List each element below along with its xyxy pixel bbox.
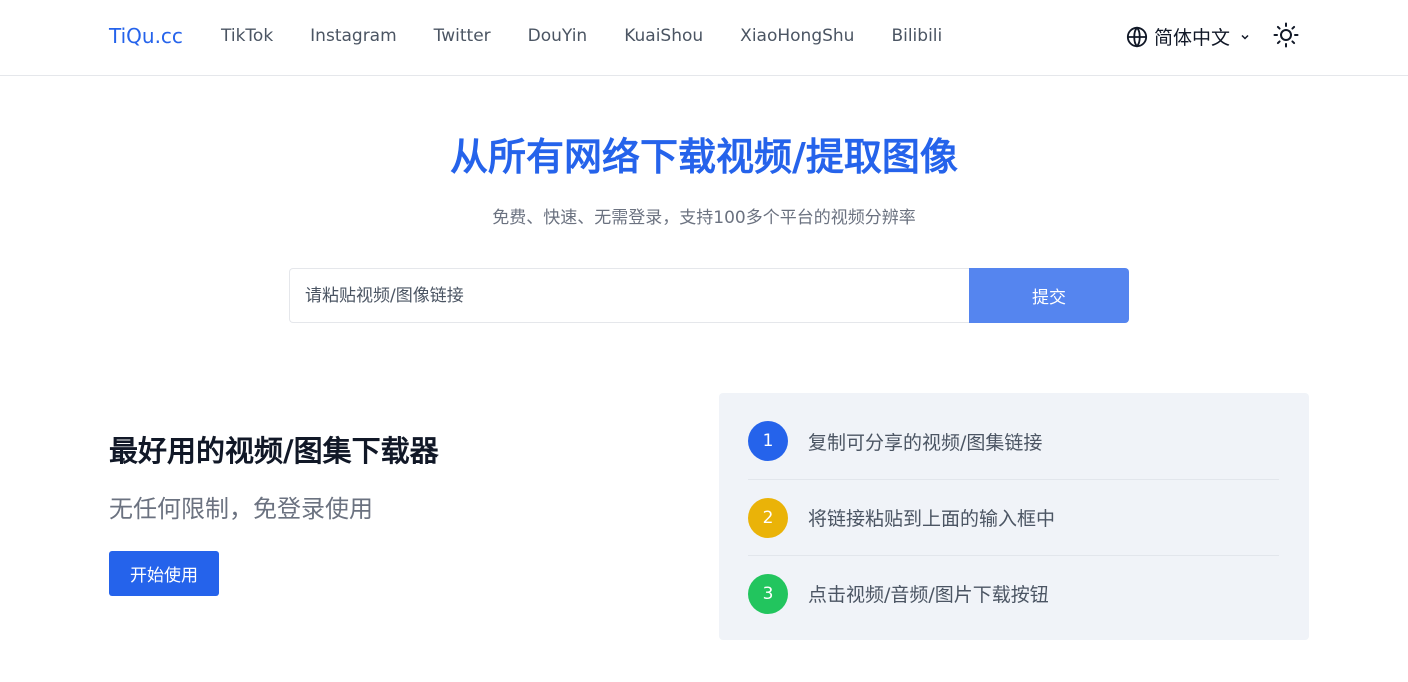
- sun-icon[interactable]: [1273, 22, 1299, 48]
- nav-item-bilibili[interactable]: Bilibili: [891, 26, 942, 46]
- nav-item-tiktok[interactable]: TikTok: [221, 26, 273, 46]
- nav-item-douyin[interactable]: DouYin: [528, 26, 588, 46]
- step-item: 1 复制可分享的视频/图集链接: [748, 403, 1279, 479]
- feature-title: 最好用的视频/图集下载器: [109, 434, 439, 468]
- hero-subtitle: 免费、快速、无需登录，支持100多个平台的视频分辨率: [492, 208, 916, 228]
- step-number-badge: 2: [748, 497, 788, 538]
- download-form: 提交: [289, 268, 1129, 323]
- feature-subtitle: 无任何限制，免登录使用: [109, 495, 373, 523]
- step-text: 将链接粘贴到上面的输入框中: [808, 508, 1056, 530]
- start-button[interactable]: 开始使用: [109, 551, 219, 596]
- step-item: 3 点击视频/音频/图片下载按钮: [748, 555, 1279, 631]
- step-number-badge: 1: [748, 421, 788, 461]
- main-nav: TikTok Instagram Twitter DouYin KuaiShou…: [221, 26, 979, 46]
- url-input[interactable]: [289, 268, 969, 323]
- steps-panel: 1 复制可分享的视频/图集链接 2 将链接粘贴到上面的输入框中 3 点击视频/音…: [719, 393, 1309, 640]
- nav-item-twitter[interactable]: Twitter: [434, 26, 491, 46]
- language-label: 简体中文: [1154, 27, 1231, 49]
- nav-item-xiaohongshu[interactable]: XiaoHongShu: [740, 26, 854, 46]
- globe-icon: [1126, 26, 1148, 47]
- hero-title: 从所有网络下载视频/提取图像: [450, 135, 958, 179]
- site-header: TiQu.cc TikTok Instagram Twitter DouYin …: [0, 0, 1408, 76]
- step-text: 点击视频/音频/图片下载按钮: [808, 584, 1049, 606]
- site-logo[interactable]: TiQu.cc: [109, 24, 183, 48]
- step-number-badge: 3: [748, 573, 788, 614]
- language-selector[interactable]: 简体中文: [1126, 23, 1250, 50]
- step-text: 复制可分享的视频/图集链接: [808, 431, 1043, 454]
- submit-button[interactable]: 提交: [969, 268, 1129, 323]
- step-item: 2 将链接粘贴到上面的输入框中: [748, 479, 1279, 555]
- chevron-down-icon: [1241, 34, 1249, 40]
- nav-item-kuaishou[interactable]: KuaiShou: [624, 26, 703, 46]
- nav-item-instagram[interactable]: Instagram: [310, 26, 397, 46]
